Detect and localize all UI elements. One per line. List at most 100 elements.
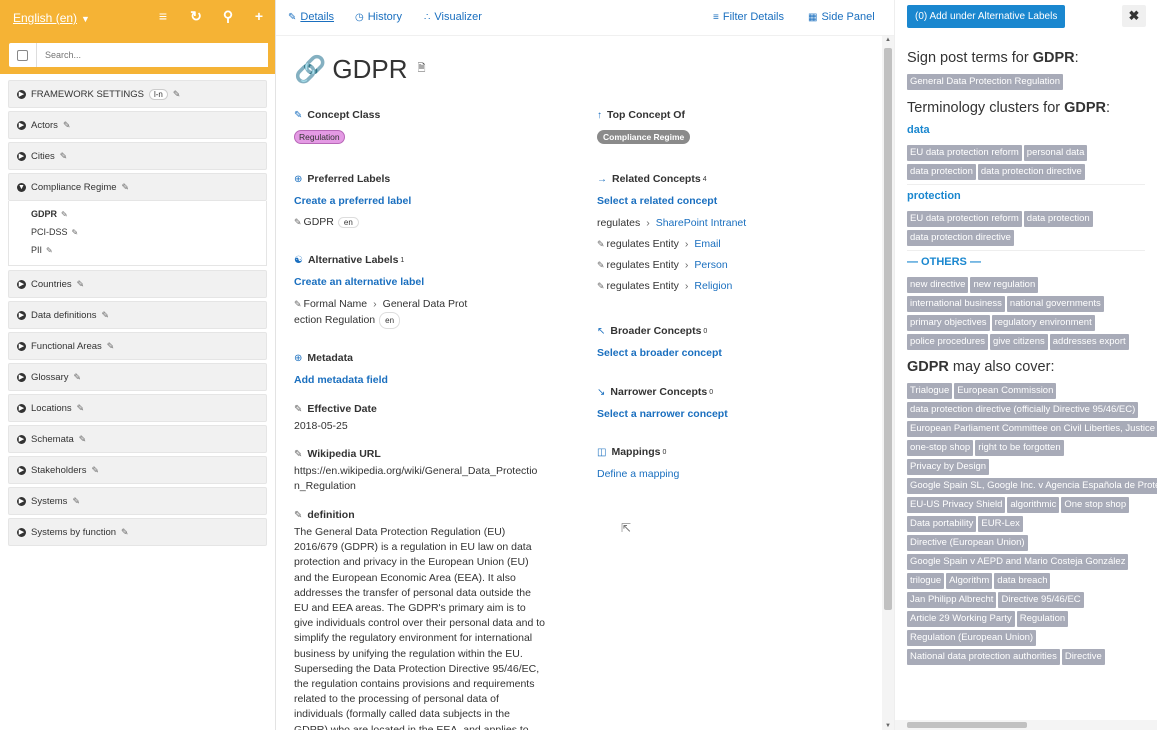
- term-tag[interactable]: Google Spain v AEPD and Mario Costeja Go…: [907, 554, 1129, 570]
- term-tag[interactable]: Algorithm: [946, 573, 993, 589]
- tree-node-cities[interactable]: ▶ Cities ✎: [8, 142, 267, 170]
- concept-class-badge[interactable]: Regulation: [294, 130, 345, 144]
- add-metadata-field-link[interactable]: Add metadata field: [294, 374, 388, 386]
- term-tag[interactable]: trilogue: [907, 573, 945, 589]
- edit-icon[interactable]: ✎: [294, 299, 302, 309]
- edit-icon[interactable]: ✎: [597, 260, 605, 270]
- term-tag[interactable]: EU data protection reform: [907, 211, 1022, 227]
- horizontal-scrollbar[interactable]: [895, 720, 1157, 730]
- close-icon[interactable]: ✖: [1122, 5, 1146, 27]
- select-all-checkbox[interactable]: [17, 49, 28, 61]
- filter-details-button[interactable]: ≡ Filter Details: [713, 11, 784, 23]
- related-concept-link[interactable]: Person: [694, 259, 727, 271]
- scrollbar-thumb[interactable]: [907, 722, 1027, 728]
- document-icon[interactable]: 🗎: [418, 61, 426, 78]
- select-broader-concept-link[interactable]: Select a broader concept: [597, 347, 722, 359]
- tab-visualizer[interactable]: ∴ Visualizer: [424, 11, 482, 23]
- edit-icon[interactable]: ✎: [294, 510, 302, 521]
- tab-details[interactable]: ✎ Details: [288, 11, 334, 23]
- tree-node-systems[interactable]: ▶ Systems ✎: [8, 487, 267, 515]
- edit-icon[interactable]: ✎: [77, 279, 85, 290]
- edit-icon[interactable]: ✎: [46, 246, 53, 255]
- edit-icon[interactable]: ✎: [72, 228, 79, 237]
- term-tag[interactable]: Article 29 Working Party: [907, 611, 1015, 627]
- term-tag[interactable]: Directive: [1061, 649, 1105, 665]
- expand-arrow-icon[interactable]: ▶: [17, 403, 26, 413]
- term-tag[interactable]: new regulation: [970, 277, 1039, 293]
- expand-arrow-icon[interactable]: ▶: [17, 89, 26, 99]
- term-tag[interactable]: police procedures: [907, 334, 988, 350]
- related-concept-link[interactable]: SharePoint Intranet: [656, 217, 746, 229]
- edit-icon[interactable]: ✎: [122, 182, 130, 193]
- refresh-icon[interactable]: ↻: [187, 8, 205, 25]
- term-tag[interactable]: Directive (European Union): [907, 535, 1028, 551]
- scroll-up-arrow-icon[interactable]: ▲: [885, 37, 891, 43]
- term-tag[interactable]: right to be forgotten: [975, 440, 1064, 456]
- term-tag[interactable]: primary objectives: [907, 315, 990, 331]
- expand-arrow-icon[interactable]: ▶: [17, 120, 26, 130]
- edit-icon[interactable]: ✎: [60, 151, 68, 162]
- term-tag[interactable]: Privacy by Design: [907, 459, 990, 475]
- vertical-scrollbar[interactable]: ▲ ▼: [882, 36, 894, 730]
- edit-icon[interactable]: ✎: [61, 210, 68, 219]
- tree-node-systems-by-function[interactable]: ▶ Systems by function ✎: [8, 518, 267, 546]
- list-view-icon[interactable]: ≡: [154, 8, 172, 24]
- term-tag[interactable]: Directive 95/46/EC: [998, 592, 1084, 608]
- term-tag[interactable]: Data portability: [907, 516, 977, 532]
- term-tag[interactable]: one-stop shop: [907, 440, 974, 456]
- edit-icon[interactable]: ✎: [91, 465, 99, 476]
- scrollbar-thumb[interactable]: [884, 48, 892, 610]
- tree-child-pci-dss[interactable]: PCI-DSS ✎: [31, 223, 266, 241]
- term-tag[interactable]: data protection: [1023, 211, 1093, 227]
- tree-node-countries[interactable]: ▶ Countries ✎: [8, 270, 267, 298]
- term-tag[interactable]: Trialogue: [907, 383, 953, 399]
- tree-node-actors[interactable]: ▶ Actors ✎: [8, 111, 267, 139]
- term-tag[interactable]: European Commission: [954, 383, 1057, 399]
- tree-node-glossary[interactable]: ▶ Glossary ✎: [8, 363, 267, 391]
- term-tag[interactable]: EU data protection reform: [907, 145, 1022, 161]
- zoom-icon[interactable]: ⚲: [219, 8, 237, 25]
- top-concept-badge[interactable]: Compliance Regime: [597, 130, 691, 144]
- expand-arrow-icon[interactable]: ▶: [17, 341, 26, 351]
- term-tag[interactable]: international business: [907, 296, 1005, 312]
- term-tag[interactable]: data protection directive: [977, 164, 1085, 180]
- term-tag[interactable]: Jan Philipp Albrecht: [907, 592, 997, 608]
- term-tag[interactable]: data protection directive: [907, 230, 1014, 246]
- edit-icon[interactable]: ✎: [77, 403, 85, 414]
- tree-node-locations[interactable]: ▶ Locations ✎: [8, 394, 267, 422]
- define-mapping-link[interactable]: Define a mapping: [597, 468, 679, 480]
- term-tag[interactable]: European Parliament Committee on Civil L…: [907, 421, 1157, 437]
- tree-node-framework-settings[interactable]: ▶ FRAMEWORK SETTINGS l-n ✎: [8, 80, 267, 108]
- term-tag[interactable]: regulatory environment: [991, 315, 1095, 331]
- related-concept-link[interactable]: Email: [694, 238, 720, 250]
- expand-arrow-icon[interactable]: ▶: [17, 151, 26, 161]
- edit-icon[interactable]: ✎: [597, 239, 605, 249]
- expand-arrow-icon[interactable]: ▶: [17, 465, 26, 475]
- term-tag[interactable]: One stop shop: [1061, 497, 1130, 513]
- create-preferred-label-link[interactable]: Create a preferred label: [294, 195, 411, 207]
- term-tag[interactable]: data protection directive (officially Di…: [907, 402, 1139, 418]
- edit-icon[interactable]: ✎: [72, 496, 80, 507]
- edit-icon[interactable]: ✎: [294, 217, 302, 227]
- term-tag[interactable]: data breach: [994, 573, 1051, 589]
- edit-icon[interactable]: ✎: [597, 281, 605, 291]
- related-concept-link[interactable]: Religion: [694, 280, 732, 292]
- edit-icon[interactable]: ✎: [79, 434, 87, 445]
- tree-node-functional-areas[interactable]: ▶ Functional Areas ✎: [8, 332, 267, 360]
- term-tag[interactable]: Regulation (European Union): [907, 630, 1037, 646]
- tree-node-compliance-regime[interactable]: ▼ Compliance Regime ✎: [8, 173, 267, 201]
- term-tag[interactable]: data protection: [907, 164, 976, 180]
- term-tag[interactable]: addresses export: [1049, 334, 1129, 350]
- term-tag[interactable]: new directive: [907, 277, 969, 293]
- edit-icon[interactable]: ✎: [173, 89, 181, 100]
- add-under-alternative-labels-button[interactable]: (0) Add under Alternative Labels: [907, 5, 1066, 28]
- tree-node-stakeholders[interactable]: ▶ Stakeholders ✎: [8, 456, 267, 484]
- add-icon[interactable]: +: [250, 8, 268, 24]
- language-selector[interactable]: English (en) ▼: [13, 11, 90, 25]
- edit-icon[interactable]: ✎: [101, 310, 109, 321]
- term-tag[interactable]: EU-US Privacy Shield: [907, 497, 1006, 513]
- term-tag[interactable]: EUR-Lex: [978, 516, 1023, 532]
- tree-node-schemata[interactable]: ▶ Schemata ✎: [8, 425, 267, 453]
- tree-child-gdpr[interactable]: GDPR ✎: [31, 205, 266, 223]
- tree-child-pii[interactable]: PII ✎: [31, 241, 266, 259]
